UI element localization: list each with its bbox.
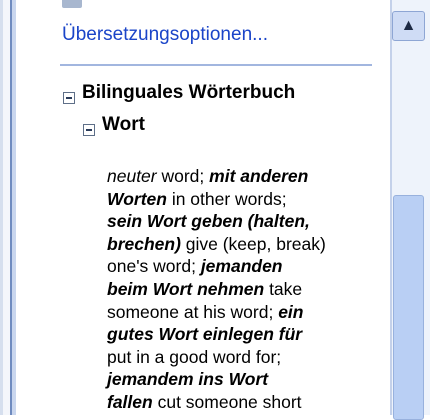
pane-border: [12, 0, 16, 415]
entry-line: someone at his word; ein: [107, 301, 372, 324]
entry-line: fallen cut someone short: [107, 391, 372, 414]
window-edge-inner: [3, 0, 10, 415]
entry-line: gutes Wort einlegen für: [107, 323, 372, 346]
entry-line: put in a good word for;: [107, 346, 372, 369]
entry-segment: word;: [156, 166, 210, 186]
dictionary-entry: neuter word; mit anderen Worten in other …: [107, 165, 372, 414]
section-title-wort: Wort: [102, 114, 145, 135]
entry-segment: give (keep, break): [180, 233, 326, 254]
entry-segment: one's word;: [107, 256, 201, 277]
section-title-bilingual-dictionary: Bilinguales Wörterbuch: [82, 82, 296, 103]
entry-segment: put in a good word for;: [107, 346, 282, 367]
entry-segment: mit anderen: [209, 166, 309, 186]
scroll-up-button[interactable]: ▲: [392, 11, 425, 41]
translation-options-link[interactable]: Übersetzungsoptionen...: [62, 24, 268, 46]
collapse-toggle-bilingual-dictionary[interactable]: [63, 92, 75, 104]
entry-segment: sein Wort geben (halten,: [107, 211, 310, 232]
entry-segment: neuter: [107, 166, 157, 186]
scrollbar-edge: [390, 0, 392, 415]
partial-element-top: [62, 0, 82, 8]
entry-segment: ein: [278, 301, 304, 322]
entry-line: neuter word; mit anderen: [107, 165, 372, 188]
entry-segment: beim Wort nehmen: [107, 278, 265, 299]
scroll-thumb[interactable]: [393, 195, 424, 420]
divider: [60, 64, 372, 66]
entry-segment: in other words;: [166, 188, 287, 209]
entry-segment: gutes Wort einlegen für: [107, 324, 303, 345]
entry-line: brechen) give (keep, break): [107, 233, 372, 256]
chevron-up-icon: ▲: [400, 17, 417, 34]
entry-line: sein Wort geben (halten,: [107, 210, 372, 233]
entry-line: jemandem ins Wort: [107, 368, 372, 391]
entry-segment: Worten: [107, 188, 167, 209]
entry-segment: someone at his word;: [107, 301, 279, 322]
entry-line: one's word; jemanden: [107, 255, 372, 278]
collapse-toggle-wort[interactable]: [83, 124, 95, 136]
entry-line: beim Wort nehmen take: [107, 278, 372, 301]
entry-segment: jemanden: [200, 256, 283, 277]
entry-segment: cut someone short: [152, 391, 302, 412]
entry-segment: brechen): [107, 233, 181, 254]
entry-segment: jemandem ins Wort: [107, 369, 269, 390]
entry-segment: take: [264, 278, 303, 299]
entry-line: Worten in other words;: [107, 188, 372, 211]
entry-segment: fallen: [107, 391, 153, 412]
